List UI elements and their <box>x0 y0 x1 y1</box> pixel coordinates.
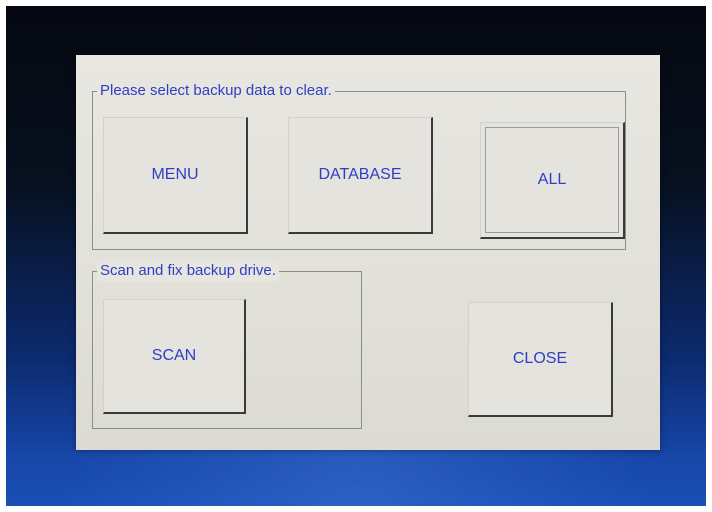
close-button[interactable]: CLOSE <box>468 302 613 417</box>
focus-frame <box>485 127 619 233</box>
all-button[interactable]: ALL <box>480 122 625 239</box>
close-button-label: CLOSE <box>512 350 568 367</box>
menu-button[interactable]: MENU <box>103 117 248 234</box>
monitor-screen: Please select backup data to clear. MENU… <box>6 6 706 506</box>
scan-drive-group-title: Scan and fix backup drive. <box>97 261 279 281</box>
scan-button[interactable]: SCAN <box>103 299 246 414</box>
scan-drive-group: Scan and fix backup drive. SCAN <box>92 261 362 429</box>
all-button-label: ALL <box>537 171 567 188</box>
clear-backup-group-title: Please select backup data to clear. <box>97 81 335 101</box>
clear-backup-group: Please select backup data to clear. MENU… <box>92 81 626 250</box>
scan-button-label: SCAN <box>151 347 197 364</box>
database-button-label: DATABASE <box>318 166 402 183</box>
menu-button-label: MENU <box>151 166 199 183</box>
backup-clear-dialog: Please select backup data to clear. MENU… <box>76 55 660 450</box>
database-button[interactable]: DATABASE <box>288 117 433 234</box>
